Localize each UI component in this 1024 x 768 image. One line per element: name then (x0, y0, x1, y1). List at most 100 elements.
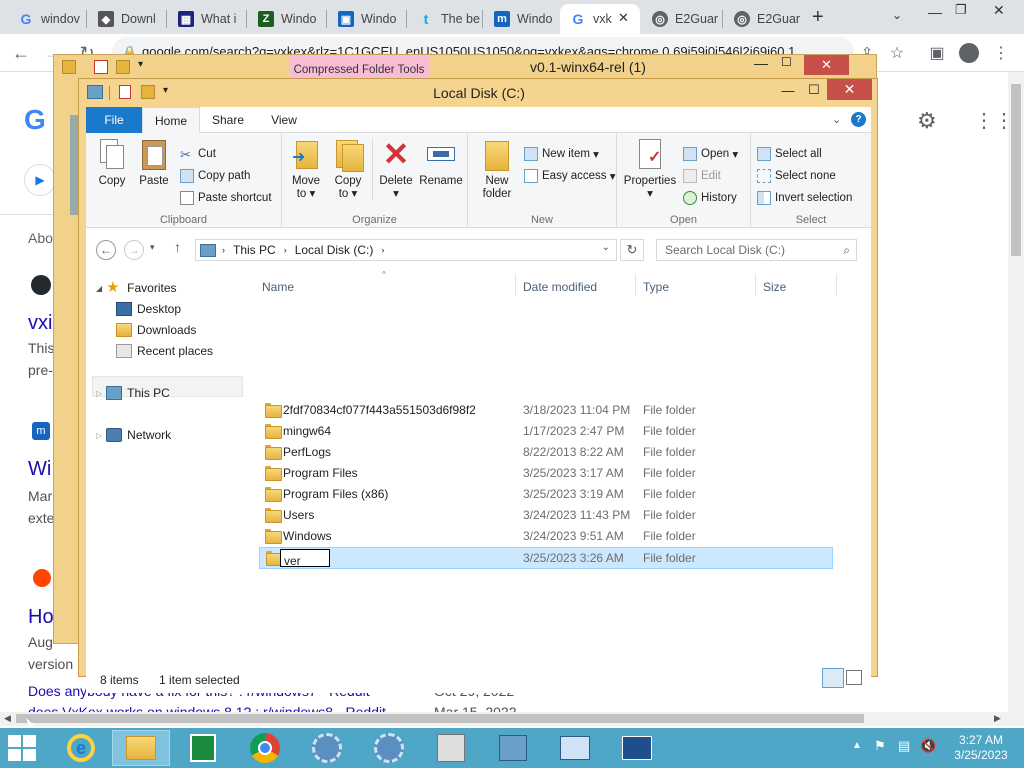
cut-button[interactable]: ✂ Cut (180, 147, 216, 162)
scroll-thumb[interactable] (1011, 84, 1021, 256)
table-row[interactable]: 2fdf70834cf077f443a551503d6f98f2 3/18/202… (259, 400, 833, 421)
address-dropdown-icon[interactable]: ⌄ (602, 242, 610, 253)
table-row[interactable]: PerfLogs 8/22/2013 8:22 AM File folder (259, 442, 833, 463)
restore-icon[interactable]: ❐ (955, 2, 967, 18)
table-row[interactable]: Program Files (x86) 3/25/2023 3:19 AM File… (259, 484, 833, 505)
large-icons-view-icon[interactable] (846, 670, 862, 685)
tab-file[interactable]: File (86, 107, 142, 133)
new-tab-plus-icon[interactable]: + (812, 6, 824, 29)
browser-tab[interactable]: Gwindov (8, 4, 86, 34)
scroll-thumb[interactable] (16, 714, 864, 723)
browser-tab[interactable]: ◎ E2Guar (642, 4, 722, 34)
file-explorer-icon[interactable] (112, 730, 170, 766)
settings-gear-icon[interactable]: ⚙ (917, 108, 937, 134)
close-button[interactable]: ✕ (804, 55, 849, 75)
select-all-button[interactable]: Select all (757, 147, 822, 161)
explorer-window[interactable]: ▾ Local Disk (C:) — ☐ ✕ File Home Share … (78, 78, 878, 693)
invert-selection-button[interactable]: Invert selection (757, 191, 852, 205)
collapsed-arrow-icon[interactable]: ▷ (96, 431, 102, 440)
nav-recent-places[interactable]: Recent places (116, 344, 213, 358)
horizontal-scrollbar[interactable]: ◀ ▶ (0, 712, 1024, 726)
remote-desktop-icon[interactable] (608, 730, 666, 766)
collapsed-arrow-icon[interactable]: ▷ (96, 389, 102, 398)
back-arrow-icon[interactable]: ← (6, 38, 36, 68)
copy-path-button[interactable]: Copy path (180, 169, 250, 183)
internet-explorer-icon[interactable]: e (52, 730, 110, 766)
vertical-scrollbar[interactable] (1008, 72, 1024, 712)
clock[interactable]: 3:27 AM 3/25/2023 (948, 733, 1014, 763)
column-header-type[interactable]: Type (643, 280, 669, 294)
chrome-icon[interactable] (236, 730, 294, 766)
copy-to-button[interactable]: Copy to ▾ (328, 137, 368, 201)
address-box[interactable]: › This PC › Local Disk (C:) › ⌄ (195, 239, 617, 261)
breadcrumb-chevron-icon[interactable]: › (284, 245, 287, 255)
table-row-selected[interactable]: ver 3/25/2023 3:26 AM File folder (259, 547, 833, 569)
maximize-icon[interactable]: ☐ (781, 55, 792, 69)
minimize-icon[interactable]: — (775, 81, 801, 99)
nav-downloads[interactable]: Downloads (116, 323, 196, 337)
scroll-right-icon[interactable]: ▶ (994, 713, 1001, 724)
browser-tab[interactable]: ▣ Windo (328, 4, 406, 34)
delete-button[interactable]: ✕ Delete ▾ (376, 137, 416, 201)
network-tray-icon[interactable]: ▤ (898, 738, 910, 754)
network-settings-icon[interactable] (484, 730, 542, 766)
move-to-button[interactable]: ➜ Move to ▾ (286, 137, 326, 201)
column-separator[interactable] (515, 274, 516, 296)
column-separator[interactable] (635, 274, 636, 296)
store-icon[interactable] (174, 730, 232, 766)
videos-chip-icon[interactable]: ▶ (24, 164, 56, 196)
table-row[interactable]: Windows 3/24/2023 9:51 AM File folder (259, 526, 833, 547)
history-button[interactable]: History (683, 191, 737, 205)
recent-locations-chevron-icon[interactable]: ▾ (150, 242, 155, 253)
edit-button[interactable]: Edit (683, 169, 721, 183)
table-row[interactable]: Program Files 3/25/2023 3:17 AM File folde… (259, 463, 833, 484)
up-arrow-icon[interactable]: ↑ (174, 239, 181, 255)
open-button[interactable]: Open ▾ (683, 147, 738, 161)
browser-tab[interactable]: ▦ What i (168, 4, 246, 34)
customize-chevron-icon[interactable]: ▾ (138, 59, 143, 70)
browser-tab[interactable]: ◆ Downl (88, 4, 166, 34)
easy-access-button[interactable]: Easy access ▾ (524, 169, 616, 183)
show-hidden-icons-chevron[interactable]: ▲ (852, 740, 862, 751)
google-logo[interactable]: G (24, 104, 46, 136)
sitelink[interactable]: does VxKex works on windows 8.1? : r/win… (28, 704, 386, 712)
breadcrumb-chevron-icon[interactable]: › (381, 245, 384, 255)
table-row[interactable]: mingw64 1/17/2023 2:47 PM File folder (259, 421, 833, 442)
browser-tab[interactable]: Z Windo (248, 4, 326, 34)
help-icon[interactable]: ? (851, 112, 866, 127)
browser-tab[interactable]: ◎ E2Guar (724, 4, 802, 34)
rename-input[interactable]: ver (280, 549, 330, 568)
properties-button[interactable]: ✓ Properties ▾ (621, 137, 679, 201)
column-header-date[interactable]: Date modified (523, 280, 597, 294)
tab-view[interactable]: View (256, 107, 312, 133)
action-center-flag-icon[interactable]: ⚑ (874, 738, 886, 754)
tab-search-chevron-icon[interactable]: ⌄ (892, 8, 902, 22)
breadcrumb-chevron-icon[interactable]: › (222, 245, 225, 255)
nav-favorites[interactable]: ◢ ★ Favorites (96, 280, 177, 295)
close-tab-icon[interactable]: ✕ (618, 10, 629, 26)
app-gear-icon[interactable] (360, 730, 418, 766)
scroll-left-icon[interactable]: ◀ (4, 713, 11, 724)
profile-avatar[interactable] (954, 38, 984, 68)
maximize-icon[interactable]: ☐ (801, 81, 827, 99)
menu-kebab-icon[interactable]: ⋮ (986, 38, 1016, 68)
new-folder-button[interactable]: New folder (476, 137, 518, 201)
bookmark-star-icon[interactable]: ☆ (882, 38, 912, 68)
paste-shortcut-button[interactable]: Paste shortcut (180, 191, 272, 205)
column-header-size[interactable]: Size (763, 280, 786, 294)
paste-button[interactable]: Paste (134, 137, 174, 188)
column-header-name[interactable]: Name (262, 280, 294, 294)
copy-button[interactable]: Copy (92, 137, 132, 188)
system-tool-icon[interactable] (546, 730, 604, 766)
new-item-button[interactable]: New item ▾ (524, 147, 599, 161)
result-title[interactable]: Ho (28, 606, 54, 629)
minimize-icon[interactable]: — (754, 55, 768, 71)
tab-share[interactable]: Share (202, 107, 254, 133)
browser-tab[interactable]: t The be (408, 4, 482, 34)
nav-this-pc[interactable]: ▷ This PC (96, 386, 170, 400)
tab-home[interactable]: Home (142, 107, 200, 134)
nav-network[interactable]: ▷ Network (96, 428, 171, 442)
volume-muted-icon[interactable]: 🔇 (920, 738, 936, 754)
refresh-icon[interactable]: ↻ (620, 239, 644, 261)
start-button[interactable] (8, 735, 38, 761)
